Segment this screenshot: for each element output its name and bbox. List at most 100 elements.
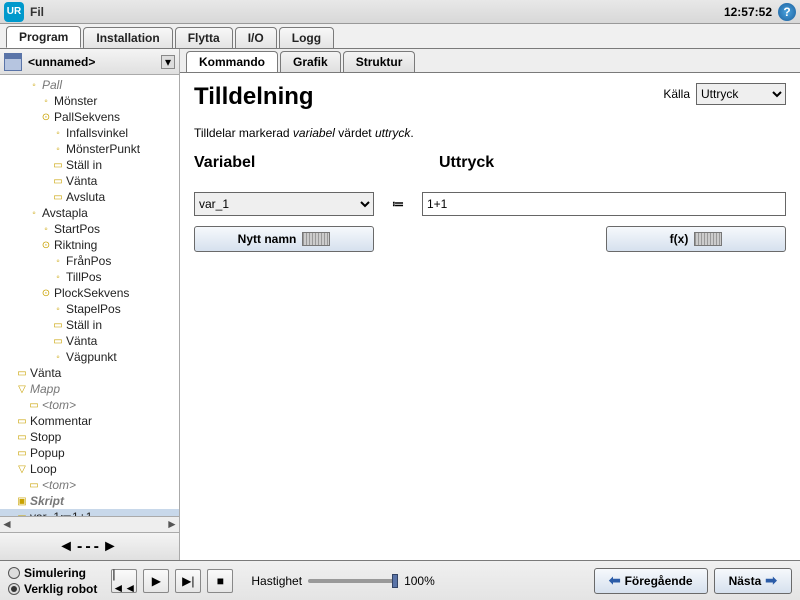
tree-node[interactable]: ▭<tom> [0,477,179,493]
tree-node-icon: ◦ [52,128,64,139]
tree-node[interactable]: ▭<tom> [0,397,179,413]
tree-node[interactable]: ◦FrånPos [0,253,179,269]
real-radio[interactable] [8,583,20,595]
tree-node[interactable]: ▭Avsluta [0,189,179,205]
program-tree[interactable]: ◦Pall◦Mönster⊙PallSekvens◦Infallsvinkel◦… [0,75,179,516]
tree-scrollbar[interactable]: ◄ ► [0,516,179,532]
file-dropdown-icon[interactable]: ▾ [161,55,175,69]
top-menu-bar: UR Fil 12:57:52 ? [0,0,800,24]
tree-node-icon: ▭ [16,368,28,379]
help-icon[interactable]: ? [778,3,796,21]
sim-label: Simulering [24,566,86,580]
tree-node[interactable]: ▽Loop [0,461,179,477]
speed-label: Hastighet [251,574,302,588]
tab-kommando[interactable]: Kommando [186,51,278,72]
arrow-right-icon: ➡ [765,572,777,589]
tree-node[interactable]: ◦Mönster [0,93,179,109]
main-tab-bar: Program Installation Flytta I/O Logg [0,24,800,48]
tree-node[interactable]: ▭Popup [0,445,179,461]
tree-node[interactable]: ◦Vägpunkt [0,349,179,365]
tree-node-label: Mönster [54,94,97,108]
arrow-left-icon: ⬅ [609,572,621,589]
scroll-left-icon[interactable]: ◄ [0,517,14,532]
tree-node-label: <tom> [42,398,76,412]
scroll-right-icon[interactable]: ► [165,517,179,532]
tree-node[interactable]: ▭Ställ in [0,157,179,173]
source-select[interactable]: Uttryck [696,83,786,105]
expression-heading: Uttryck [439,154,786,172]
tab-grafik[interactable]: Grafik [280,51,341,72]
speed-slider[interactable] [308,579,398,583]
tree-node-label: PallSekvens [54,110,120,124]
tree-node-label: FrånPos [66,254,111,268]
file-name: <unnamed> [28,55,161,69]
real-label: Verklig robot [24,582,97,596]
command-panel: Källa Uttryck Tilldelning Tilldelar mark… [180,73,800,560]
previous-button[interactable]: ⬅Föregående [594,568,708,594]
play-button[interactable]: ▶ [143,569,169,593]
tree-node[interactable]: ▭Vänta [0,365,179,381]
tree-node[interactable]: ⊙Riktning [0,237,179,253]
tree-node-icon: ▭ [52,176,64,187]
tree-node-icon: ◦ [52,304,64,315]
file-bar: <unnamed> ▾ [0,49,179,75]
tree-node-icon: ▽ [16,464,28,475]
tree-node[interactable]: ◦StapelPos [0,301,179,317]
tab-logg[interactable]: Logg [279,27,334,48]
tab-io[interactable]: I/O [235,27,277,48]
next-button[interactable]: Nästa➡ [714,568,792,594]
skip-forward-button[interactable]: ▶| [175,569,201,593]
tree-node-label: Kommentar [30,414,92,428]
tree-node-icon: ▭ [52,336,64,347]
tree-node[interactable]: ⊙PlockSekvens [0,285,179,301]
tab-struktur[interactable]: Struktur [343,51,416,72]
tree-node-label: Avsluta [66,190,105,204]
tab-program[interactable]: Program [6,26,81,48]
skip-back-button[interactable]: |◄◄ [111,569,137,593]
expression-input[interactable] [422,192,786,216]
tree-node-icon: ▭ [28,480,40,491]
sub-tab-bar: Kommando Grafik Struktur [180,49,800,73]
tree-node[interactable]: ▭Vänta [0,173,179,189]
tree-node[interactable]: ▭Ställ in [0,317,179,333]
tree-node[interactable]: ▽Mapp [0,381,179,397]
tree-node-icon: ◦ [52,352,64,363]
tree-node-label: StapelPos [66,302,121,316]
tree-node-label: Riktning [54,238,97,252]
tree-node[interactable]: ▭Kommentar [0,413,179,429]
tree-node[interactable]: ▭Stopp [0,429,179,445]
tree-node-label: Mapp [30,382,60,396]
variable-select[interactable]: var_1 [194,192,374,216]
tree-node[interactable]: ▭Vänta [0,333,179,349]
speed-value: 100% [404,574,435,588]
tab-flytta[interactable]: Flytta [175,27,233,48]
tree-node-label: Stopp [30,430,61,444]
new-name-button[interactable]: Nytt namn [194,226,374,252]
tree-node[interactable]: ▣Skript [0,493,179,509]
sim-radio[interactable] [8,567,20,579]
tree-node[interactable]: ◦Avstapla [0,205,179,221]
menu-file[interactable]: Fil [30,5,44,19]
tree-node-label: Vänta [66,334,97,348]
stop-button[interactable]: ■ [207,569,233,593]
tree-node[interactable]: ▭var_1≔1+1 [0,509,179,516]
tree-node-icon: ⊙ [40,240,52,251]
tree-node[interactable]: ◦TillPos [0,269,179,285]
tree-node[interactable]: ◦Infallsvinkel [0,125,179,141]
disk-icon[interactable] [4,53,22,71]
tree-node-icon: ▭ [52,192,64,203]
tree-node[interactable]: ◦MönsterPunkt [0,141,179,157]
tree-node-label: <tom> [42,478,76,492]
fx-button[interactable]: f(x) [606,226,786,252]
tab-installation[interactable]: Installation [83,27,172,48]
tree-node[interactable]: ◦StartPos [0,221,179,237]
tree-node-icon: ▭ [28,400,40,411]
keyboard-icon [694,232,722,246]
tree-node[interactable]: ⊙PallSekvens [0,109,179,125]
tree-node-label: Skript [30,494,64,508]
tree-node[interactable]: ◦Pall [0,77,179,93]
tree-node-label: StartPos [54,222,100,236]
move-bar[interactable]: ◄---► [0,532,179,560]
tree-node-icon: ◦ [28,208,40,219]
tree-node-icon: ▽ [16,384,28,395]
